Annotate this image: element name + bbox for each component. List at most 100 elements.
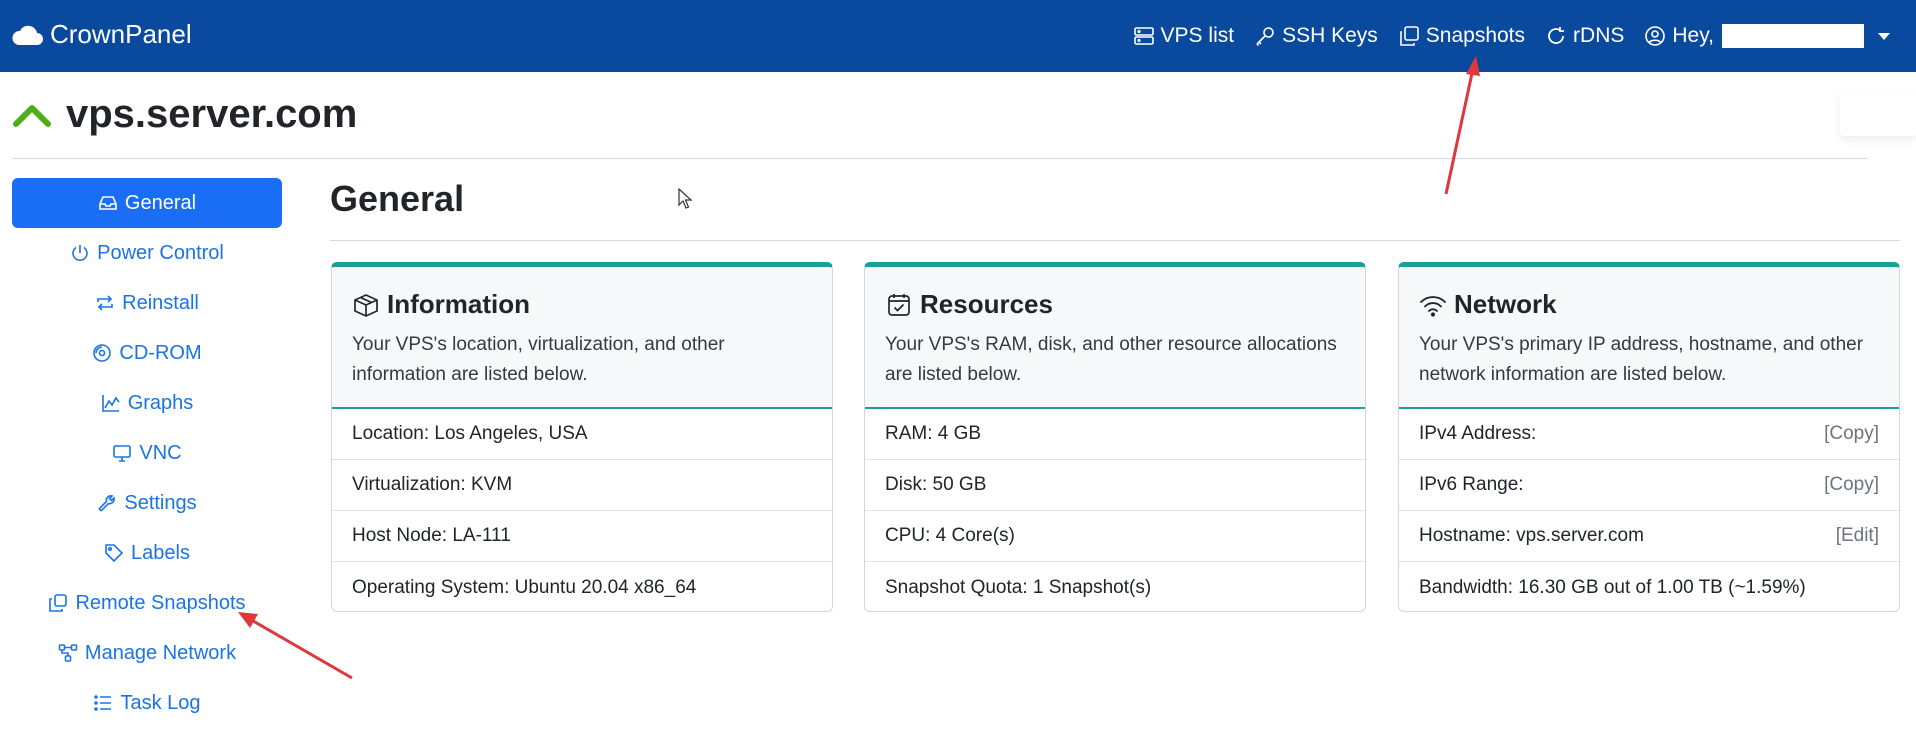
- row-label: Location: Los Angeles, USA: [352, 423, 588, 444]
- sidebar-item-label: Graphs: [127, 391, 194, 414]
- nav-rdns-label: rDNS: [1573, 24, 1625, 47]
- row-label: CPU: 4 Core(s): [885, 525, 1015, 546]
- arrows-repeat-icon: [97, 295, 113, 311]
- user-menu[interactable]: Hey,: [1644, 24, 1890, 48]
- card-title: Resources: [885, 289, 1345, 320]
- row-label: Snapshot Quota: 1 Snapshot(s): [885, 576, 1152, 598]
- mouse-cursor-icon: [678, 188, 693, 209]
- row-label: Disk: 50 GB: [885, 474, 987, 495]
- copy-icon: [49, 594, 68, 612]
- sidebar-item-labels[interactable]: Labels: [12, 528, 282, 578]
- redacted-username: [1722, 24, 1864, 48]
- information-card: Information Your VPS's location, virtual…: [331, 262, 833, 612]
- card-header: Resources Your VPS's RAM, disk, and othe…: [865, 267, 1365, 409]
- sidebar-item-label: Labels: [131, 541, 190, 564]
- sidebar-item-label: Manage Network: [84, 641, 237, 664]
- nav-ssh-keys[interactable]: SSH Keys: [1254, 24, 1378, 48]
- chevron-up-icon: [13, 104, 51, 127]
- page-title: General: [330, 178, 465, 219]
- top-navbar: CrownPanel VPS list SSH Keys Snapshots r…: [0, 0, 1916, 72]
- nav-snapshots[interactable]: Snapshots: [1398, 24, 1525, 48]
- network-row: Bandwidth: 16.30 GB out of 1.00 TB (~1.5…: [1399, 562, 1899, 611]
- resources-card: Resources Your VPS's RAM, disk, and othe…: [864, 262, 1366, 612]
- brand-name: CrownPanel: [50, 19, 192, 49]
- calendar-check-icon: [888, 293, 910, 316]
- resource-row: Snapshot Quota: 1 Snapshot(s): [865, 562, 1365, 611]
- info-row: Operating System: Ubuntu 20.04 x86_64: [332, 562, 832, 611]
- graph-icon: [101, 395, 120, 412]
- tag-icon: [105, 544, 124, 563]
- card-description: Your VPS's location, virtualization, and…: [352, 334, 725, 385]
- edit-hostname-button[interactable]: [Edit]: [1836, 525, 1879, 547]
- row-label: Host Node: LA-111: [352, 525, 511, 546]
- card-description: Your VPS's RAM, disk, and other resource…: [885, 334, 1337, 385]
- monitor-icon: [113, 445, 132, 462]
- content-divider: [330, 240, 1900, 241]
- sidebar-item-label: CD-ROM: [119, 341, 202, 364]
- refresh-icon: [1548, 27, 1565, 44]
- copy-ipv4-button[interactable]: [Copy]: [1824, 423, 1879, 445]
- network-row: IPv6 Range: [Copy]: [1399, 460, 1899, 511]
- row-label: Virtualization: KVM: [352, 474, 513, 495]
- disc-icon: [93, 344, 112, 362]
- sidebar-item-label: Task Log: [120, 691, 201, 714]
- header-divider: [12, 158, 1868, 159]
- resource-row: CPU: 4 Core(s): [865, 511, 1365, 562]
- nav-vps-list-label: VPS list: [1160, 24, 1235, 47]
- server-icon: [1133, 27, 1154, 45]
- brand-link[interactable]: CrownPanel: [10, 19, 192, 50]
- card-title-text: Network: [1454, 289, 1557, 319]
- card-title: Information: [352, 289, 812, 320]
- network-row: IPv4 Address: [Copy]: [1399, 409, 1899, 460]
- row-label: Hostname: vps.server.com: [1419, 525, 1644, 546]
- top-nav: VPS list SSH Keys Snapshots rDNS Hey,: [1133, 0, 1890, 72]
- row-label: Bandwidth: 16.30 GB out of 1.00 TB (~1.5…: [1419, 576, 1806, 598]
- server-header: vps.server.com: [12, 92, 357, 137]
- nav-ssh-keys-label: SSH Keys: [1282, 24, 1378, 47]
- sidebar-item-reinstall[interactable]: Reinstall: [12, 278, 282, 328]
- sidebar-item-label: Reinstall: [122, 291, 199, 314]
- sidebar-item-vnc[interactable]: VNC: [12, 428, 282, 478]
- cloud-icon: [12, 25, 43, 45]
- nav-snapshots-label: Snapshots: [1425, 24, 1526, 47]
- server-hostname: vps.server.com: [66, 92, 358, 136]
- info-row: Virtualization: KVM: [332, 460, 832, 511]
- card-description: Your VPS's primary IP address, hostname,…: [1419, 334, 1864, 385]
- sidebar-item-settings[interactable]: Settings: [12, 478, 282, 528]
- sidebar-item-label: VNC: [139, 441, 182, 464]
- sidebar-item-label: Remote Snapshots: [75, 591, 246, 614]
- wifi-icon: [1420, 295, 1446, 317]
- network-card: Network Your VPS's primary IP address, h…: [1398, 262, 1900, 612]
- info-row: Host Node: LA-111: [332, 511, 832, 562]
- copy-ipv6-button[interactable]: [Copy]: [1824, 474, 1879, 496]
- sidebar-item-general[interactable]: General: [12, 178, 282, 228]
- annotation-arrow-snapshots: [1444, 56, 1480, 195]
- header-action-area[interactable]: [1840, 92, 1916, 136]
- nav-vps-list[interactable]: VPS list: [1133, 24, 1235, 48]
- card-title-text: Information: [387, 289, 530, 319]
- inbox-icon: [99, 196, 117, 210]
- sidebar-item-power-control[interactable]: Power Control: [12, 228, 282, 278]
- nav-rdns[interactable]: rDNS: [1545, 24, 1624, 48]
- box-seam-icon: [354, 293, 378, 317]
- row-label: IPv6 Range:: [1419, 474, 1524, 495]
- sidebar-item-label: Power Control: [97, 241, 224, 264]
- sidebar-item-label: Settings: [124, 491, 197, 514]
- power-icon: [72, 245, 88, 261]
- row-label: RAM: 4 GB: [885, 423, 982, 444]
- resource-row: Disk: 50 GB: [865, 460, 1365, 511]
- list-icon: [94, 695, 112, 711]
- network-row: Hostname: vps.server.com [Edit]: [1399, 511, 1899, 562]
- chevron-down-icon: [1878, 32, 1890, 40]
- key-icon: [1256, 27, 1274, 47]
- card-header: Information Your VPS's location, virtual…: [332, 267, 832, 409]
- card-title-text: Resources: [920, 289, 1053, 319]
- user-greeting: Hey,: [1672, 24, 1714, 47]
- card-header: Network Your VPS's primary IP address, h…: [1399, 267, 1899, 409]
- row-label: IPv4 Address:: [1419, 423, 1537, 444]
- sidebar-item-cd-rom[interactable]: CD-ROM: [12, 328, 282, 378]
- sidebar-item-graphs[interactable]: Graphs: [12, 378, 282, 428]
- annotation-arrow-remote-snapshots: [238, 612, 353, 680]
- card-title: Network: [1419, 289, 1879, 320]
- wrench-icon: [99, 495, 116, 512]
